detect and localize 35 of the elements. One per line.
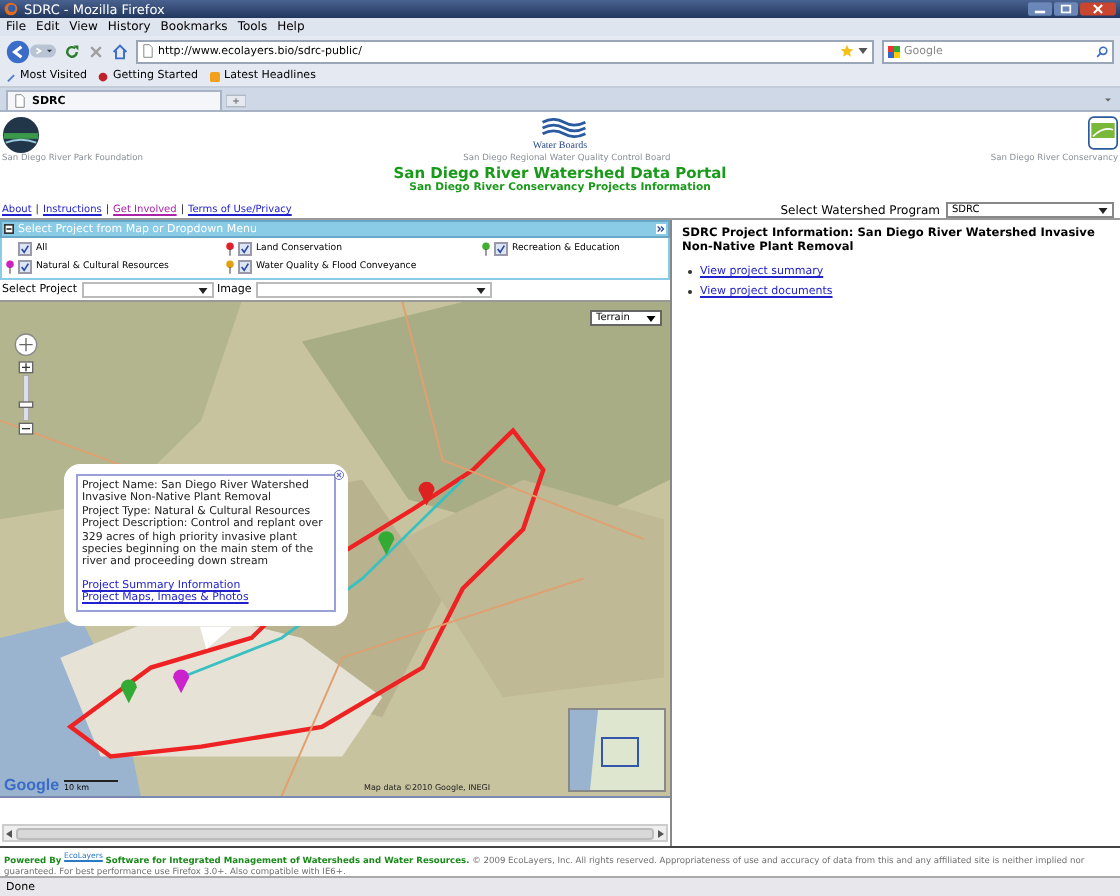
reload-icon[interactable] [64, 43, 80, 59]
collapse-icon[interactable] [4, 224, 14, 234]
home-icon[interactable] [112, 43, 128, 59]
dropdown-icon [646, 315, 656, 321]
scroll-left-icon[interactable] [4, 827, 16, 839]
feed-icon [210, 71, 221, 81]
page-icon [142, 44, 154, 58]
close-icon[interactable] [1080, 2, 1116, 16]
google-logo: Google [4, 776, 60, 794]
overview-map[interactable] [568, 708, 666, 792]
close-icon[interactable] [334, 470, 344, 480]
dropdown-icon [197, 287, 208, 293]
tab-list-icon[interactable] [1102, 94, 1114, 106]
scroll-right-icon[interactable] [654, 827, 666, 839]
page-icon [14, 94, 26, 108]
dropdown-icon [475, 287, 486, 293]
star-icon[interactable] [840, 44, 854, 58]
checkbox[interactable] [238, 242, 252, 256]
maximize-icon[interactable] [1054, 2, 1078, 16]
search-engine-icon[interactable] [888, 45, 900, 57]
waves-logo [538, 118, 590, 138]
checkbox[interactable] [494, 242, 508, 256]
browser-icon [4, 2, 18, 16]
expand-icon[interactable] [656, 224, 666, 234]
search-icon[interactable] [1096, 45, 1108, 57]
checkbox[interactable] [238, 260, 252, 274]
checkbox[interactable] [18, 242, 32, 256]
back-icon[interactable] [6, 39, 30, 63]
dropdown-icon [1098, 207, 1108, 213]
checkbox[interactable] [18, 260, 32, 274]
minimize-icon[interactable] [1028, 2, 1052, 16]
forward-icon[interactable] [30, 44, 56, 58]
foundation-logo [2, 116, 40, 154]
scrollbar[interactable] [2, 824, 668, 842]
dropdown-icon[interactable] [858, 48, 868, 54]
